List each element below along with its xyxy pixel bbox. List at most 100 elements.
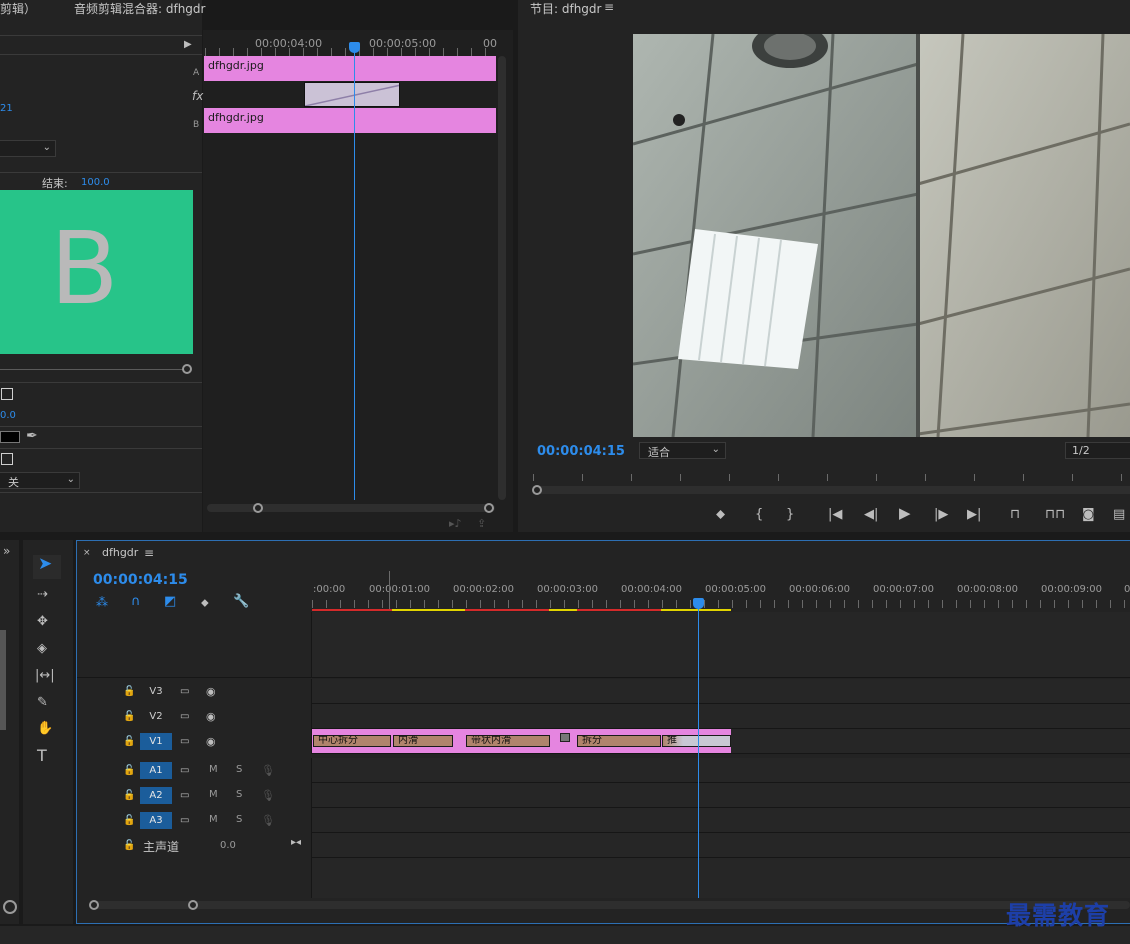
track-name-v1[interactable]: V1 (140, 733, 172, 750)
share-icon[interactable]: ⇪ (477, 517, 486, 530)
toggle-sync-icon[interactable]: ▭ (180, 710, 189, 723)
track-name-a3[interactable]: A3 (140, 812, 172, 829)
eye-icon[interactable]: ◉ (206, 685, 216, 698)
mini-scroll-handle-right[interactable] (484, 503, 494, 513)
mini-playhead-handle[interactable] (349, 42, 360, 53)
timeline-scroll-handle-right[interactable] (188, 900, 198, 910)
solo-button[interactable]: S (236, 789, 242, 800)
transition-clip-band-slide[interactable]: 带状内滑 (466, 735, 550, 747)
track-name-a2[interactable]: A2 (140, 787, 172, 804)
transition-clip-push[interactable]: 推 (662, 735, 731, 747)
timeline-playhead-handle[interactable] (693, 598, 704, 609)
eye-icon[interactable]: ◉ (206, 735, 216, 748)
master-volume[interactable]: 0.0 (220, 840, 236, 851)
eye-icon[interactable]: ◉ (206, 710, 216, 723)
clip-a[interactable]: dfhgdr.jpg (204, 56, 496, 81)
camera-icon[interactable]: ◙ (1082, 508, 1095, 521)
solo-button[interactable]: S (236, 764, 242, 775)
left-scroll-handle[interactable] (3, 900, 17, 914)
program-monitor-title[interactable]: 节目: dfhgdr (530, 0, 601, 17)
checkbox-2[interactable] (1, 453, 13, 465)
param-value-00[interactable]: 0.0 (0, 410, 16, 421)
lock-icon[interactable]: 🔓 (123, 839, 135, 852)
program-scrub-handle[interactable] (532, 485, 542, 495)
lock-icon[interactable]: 🔓 (123, 814, 135, 827)
solo-button[interactable]: S (236, 814, 242, 825)
end-value[interactable]: 100.0 (81, 177, 110, 188)
clip-b[interactable]: dfhgdr.jpg (204, 108, 496, 133)
compare-icon[interactable]: ▤ (1113, 508, 1125, 521)
toggle-sync-icon[interactable]: ▭ (180, 789, 189, 802)
play-icon[interactable]: ▶ (899, 506, 911, 521)
razor-tool-icon[interactable]: ◈ (37, 642, 47, 655)
timeline-timecode[interactable]: 00:00:04:15 (93, 572, 188, 588)
lift-icon[interactable]: ⊓ (1010, 508, 1020, 521)
add-marker-icon[interactable]: ⬥ (201, 596, 209, 609)
linked-selection-icon[interactable]: ◩ (164, 595, 176, 608)
extract-icon[interactable]: ⊓⊓ (1045, 508, 1065, 521)
selection-tool-icon[interactable]: ➤ (38, 556, 52, 573)
expand-arrow-icon[interactable]: ▶ (184, 38, 192, 51)
color-swatch[interactable] (0, 431, 20, 443)
go-to-out-icon[interactable]: ▶| (967, 508, 981, 521)
transition-block[interactable] (304, 82, 400, 107)
pen-tool-icon[interactable]: ✎ (37, 696, 48, 709)
toggle-sync-icon[interactable]: ▭ (180, 735, 189, 748)
resolution-dropdown[interactable]: 1/2 (1065, 442, 1130, 459)
mini-scrollbar-track[interactable] (207, 504, 495, 512)
hand-tool-icon[interactable]: ✋ (37, 722, 53, 735)
toggle-sync-icon[interactable]: ▭ (180, 814, 189, 827)
anti-alias-dropdown[interactable]: 关 ⌄ (0, 472, 80, 489)
program-scrub-bar[interactable] (533, 486, 1130, 494)
lock-icon[interactable]: 🔓 (123, 710, 135, 723)
toggle-sync-icon[interactable]: ▭ (180, 764, 189, 777)
param-dropdown[interactable]: ⌄ (0, 140, 56, 157)
eyedropper-icon[interactable]: ✒ (26, 429, 38, 443)
ripple-edit-tool-icon[interactable]: ✥ (37, 615, 48, 628)
microphone-icon[interactable]: 🎙 (261, 789, 275, 802)
panel-menu-icon[interactable]: ≡ (604, 1, 614, 14)
fit-dropdown[interactable]: 适合 ⌄ (639, 442, 726, 459)
go-to-in-icon[interactable]: |◀ (828, 508, 842, 521)
tab-menu-icon[interactable]: ≡ (144, 547, 154, 560)
transition-clip-center-split[interactable]: 中心拆分 (313, 735, 391, 747)
go-to-end-icon[interactable]: ▸◂ (291, 836, 301, 849)
mark-in-icon[interactable]: { (755, 508, 763, 521)
timeline-scroll-handle-left[interactable] (89, 900, 99, 910)
checkbox-1[interactable] (1, 388, 13, 400)
audio-export-icon[interactable]: ▸♪ (449, 517, 462, 530)
lock-icon[interactable]: 🔓 (123, 789, 135, 802)
lock-icon[interactable]: 🔓 (123, 735, 135, 748)
slip-tool-icon[interactable]: |↔| (35, 669, 55, 682)
step-back-icon[interactable]: ◀| (864, 508, 878, 521)
add-marker-icon[interactable]: ⬥ (716, 508, 725, 521)
mark-out-icon[interactable]: } (786, 508, 794, 521)
program-timecode[interactable]: 00:00:04:15 (537, 444, 625, 459)
transition-clip-slide[interactable]: 内滑 (393, 735, 453, 747)
nest-icon[interactable]: ⁂ (96, 596, 108, 609)
track-name-a1[interactable]: A1 (140, 762, 172, 779)
mini-scroll-handle-left[interactable] (253, 503, 263, 513)
microphone-icon[interactable]: 🎙 (261, 814, 275, 827)
step-forward-icon[interactable]: |▶ (934, 508, 948, 521)
mute-button[interactable]: M (209, 789, 218, 800)
close-tab-icon[interactable]: × (83, 547, 91, 560)
lock-icon[interactable]: 🔓 (123, 764, 135, 777)
track-name-v3[interactable]: V3 (140, 683, 172, 700)
lock-icon[interactable]: 🔓 (123, 685, 135, 698)
mute-button[interactable]: M (209, 764, 218, 775)
preview-slider-handle[interactable] (182, 364, 192, 374)
audio-mixer-title[interactable]: 音频剪辑混合器: dfhgdr (74, 0, 205, 17)
timeline-ruler[interactable] (312, 600, 1130, 608)
track-name-v2[interactable]: V2 (140, 708, 172, 725)
sequence-tab[interactable]: dfhgdr (102, 546, 138, 559)
double-chevron-icon[interactable]: » (3, 545, 10, 558)
effect-controls-title[interactable]: 剪辑） (0, 0, 36, 17)
vertical-scrollbar[interactable] (498, 56, 506, 500)
transition-clip-split[interactable]: 拆分 (577, 735, 661, 747)
toggle-sync-icon[interactable]: ▭ (180, 685, 189, 698)
wrench-icon[interactable]: 🔧 (233, 595, 249, 608)
mute-button[interactable]: M (209, 814, 218, 825)
timeline-scrollbar[interactable] (90, 901, 1130, 909)
microphone-icon[interactable]: 🎙 (261, 764, 275, 777)
